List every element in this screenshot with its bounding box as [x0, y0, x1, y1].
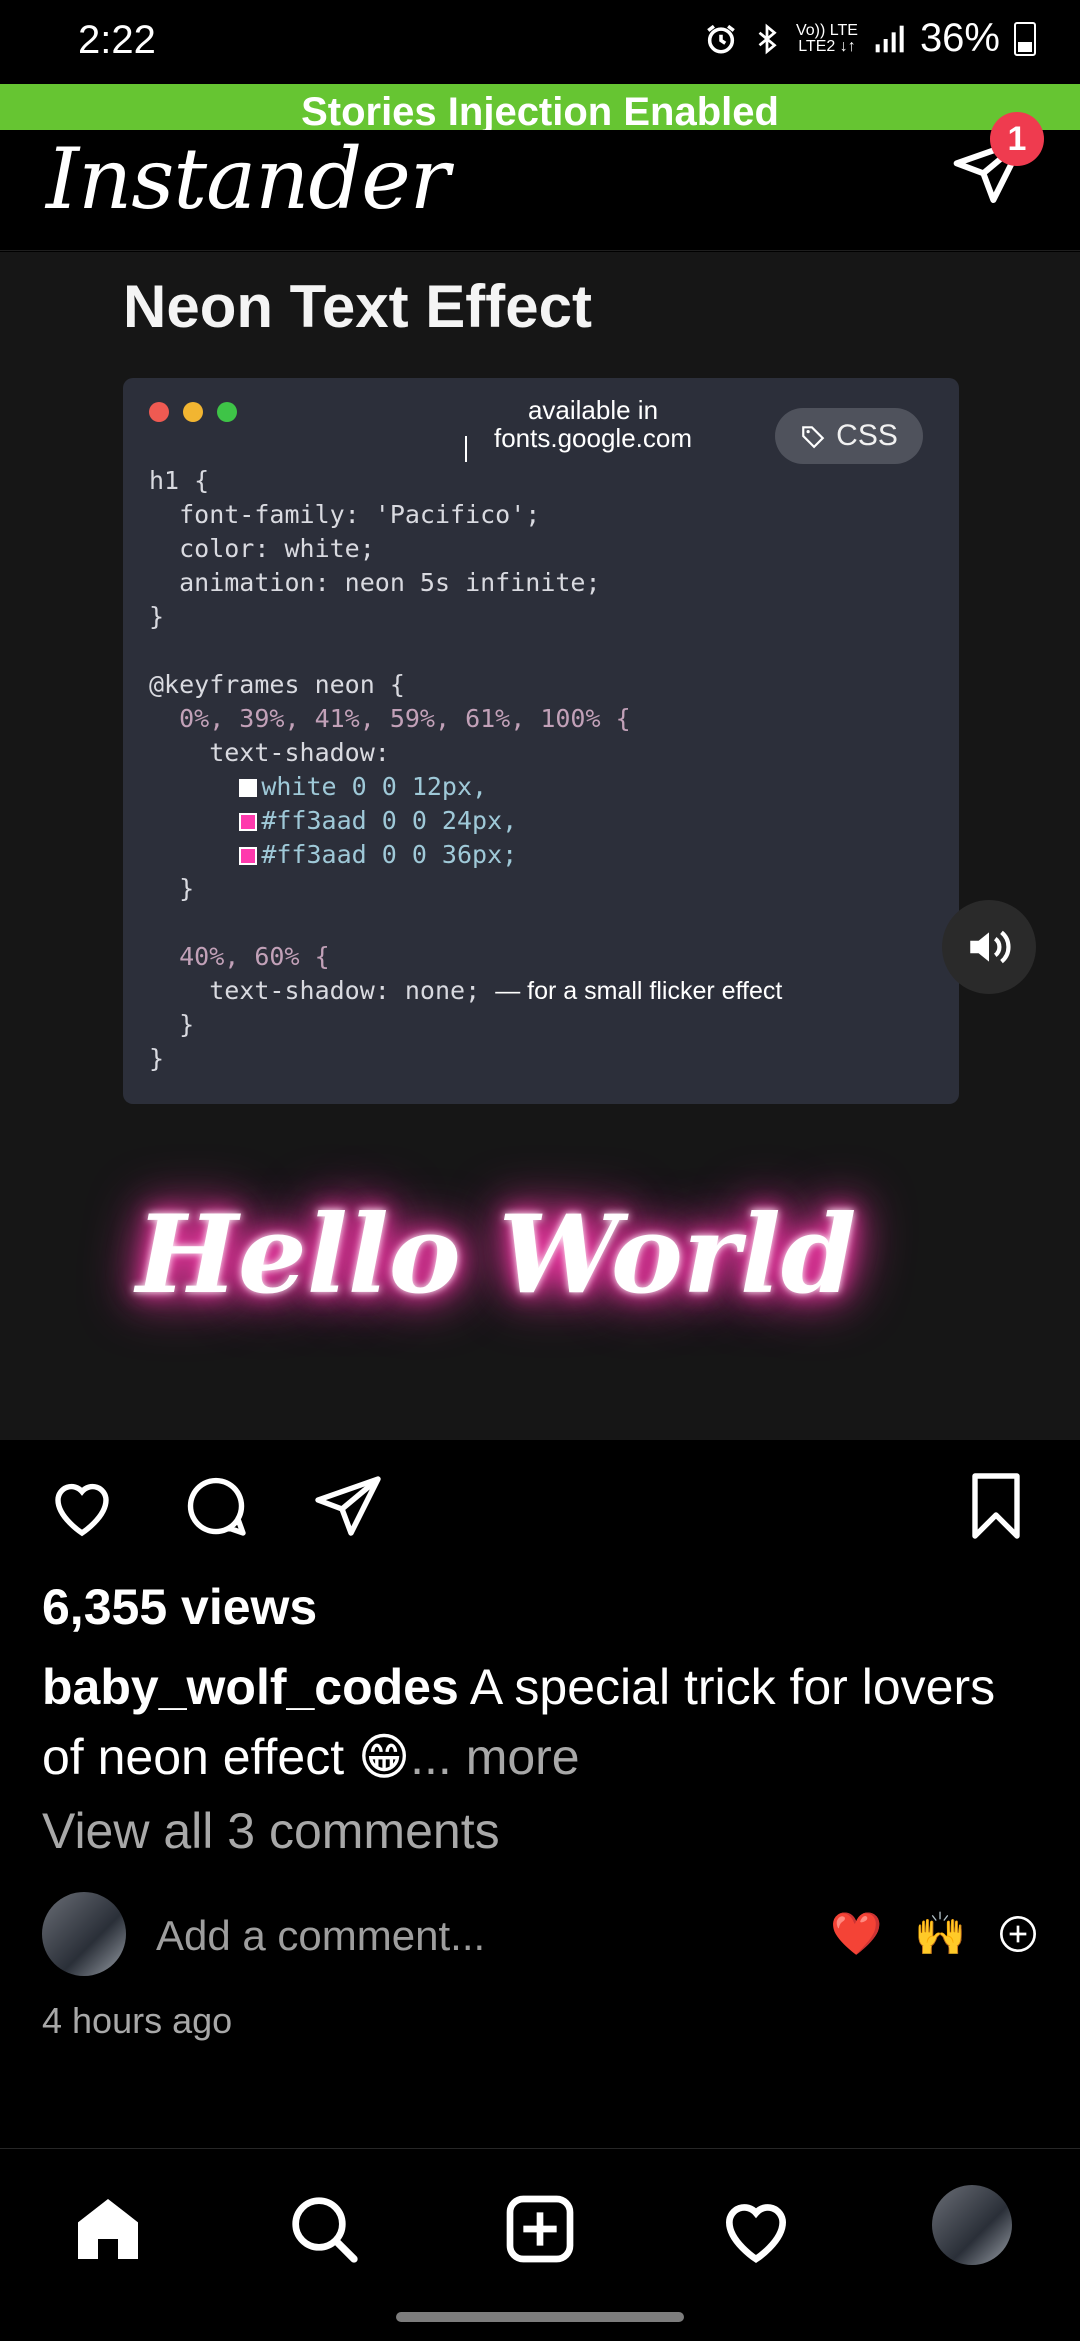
code-line: } [149, 602, 165, 631]
text-cursor [465, 436, 467, 462]
view-all-comments-link[interactable]: View all 3 comments [42, 1802, 500, 1860]
signal-icon [875, 25, 904, 52]
code-line: h1 { [149, 466, 210, 495]
dm-badge: 1 [990, 112, 1044, 166]
color-swatch-white [239, 779, 258, 797]
color-swatch-pink [239, 847, 258, 865]
code-card: available in fonts.google.com CSS h1 { f… [123, 378, 959, 1104]
neon-text-demo: Hello World [136, 1192, 857, 1318]
battery-icon [1014, 21, 1036, 56]
avatar [42, 1892, 126, 1976]
code-line: #ff3aad 0 0 24px, [149, 804, 782, 838]
window-dot-green [217, 402, 237, 422]
sound-toggle-button[interactable] [942, 900, 1036, 994]
code-line: @keyframes neon { [149, 670, 405, 699]
code-line: } [149, 1044, 165, 1073]
gesture-home-bar[interactable] [396, 2312, 684, 2322]
banner-text: Stories Injection Enabled [301, 90, 779, 130]
media-title: Neon Text Effect [123, 273, 592, 340]
window-dot-red [149, 402, 169, 422]
share-icon[interactable] [312, 1470, 384, 1542]
direct-message-button[interactable]: 1 [950, 112, 1044, 210]
code-line: animation: neon 5s infinite; [149, 568, 601, 597]
home-icon[interactable] [68, 2189, 148, 2269]
post-actions [0, 1470, 1080, 1540]
add-comment-row: Add a comment... ❤️ 🙌 [0, 1892, 1080, 1982]
profile-avatar[interactable] [932, 2185, 1012, 2265]
code-line: } [149, 1010, 195, 1039]
heart-icon[interactable] [46, 1470, 118, 1542]
alarm-icon [707, 24, 735, 54]
app-header: Instander 1 [0, 112, 1080, 251]
code-line: color: white; [149, 534, 375, 563]
add-circle-icon[interactable] [998, 1914, 1038, 1954]
code-line: 0%, 39%, 41%, 59%, 61%, 100% { [149, 704, 631, 733]
bluetooth-icon [758, 23, 777, 54]
battery-percent: 36% [919, 16, 1000, 60]
flicker-note: — for a small flicker effect [495, 977, 783, 1005]
volume-icon [970, 930, 1011, 964]
code-line: white 0 0 12px, [149, 770, 782, 804]
status-icons: Vo)) LTE LTE2 ↓↑ 36% [704, 16, 1036, 61]
search-icon[interactable] [284, 2189, 364, 2269]
css-tag: CSS [775, 408, 923, 464]
tag-icon [802, 426, 825, 449]
app-logo: Instander [46, 130, 450, 228]
injection-banner: Stories Injection Enabled [0, 84, 1080, 130]
code-line: text-shadow: [149, 738, 390, 767]
post-caption: baby_wolf_codes A special trick for love… [42, 1652, 1042, 1792]
availability-note: available in fonts.google.com [493, 395, 692, 453]
code-line: text-shadow: none; — for a small flicker… [149, 976, 783, 1005]
color-swatch-pink [239, 813, 258, 831]
code-line: #ff3aad 0 0 36px; [149, 838, 782, 872]
code-line: font-family: 'Pacifico'; [149, 500, 541, 529]
caption-more-link[interactable]: ... more [410, 1729, 579, 1785]
status-time: 2:22 [78, 18, 156, 62]
quick-reaction-hands[interactable]: 🙌 [914, 1910, 966, 1959]
post-media[interactable]: Neon Text Effect available in fonts.goog… [0, 252, 1080, 1440]
status-bar: 2:22 Vo)) LTE LTE2 ↓↑ 36% [0, 0, 1080, 84]
caption-username[interactable]: baby_wolf_codes [42, 1659, 459, 1715]
code-line: } [149, 874, 195, 903]
network-label: Vo)) LTE LTE2 ↓↑ [795, 21, 858, 55]
add-comment-input[interactable]: Add a comment... [156, 1912, 485, 1960]
comment-icon[interactable] [180, 1470, 252, 1542]
new-post-icon[interactable] [500, 2189, 580, 2269]
bookmark-icon[interactable] [960, 1470, 1032, 1542]
activity-heart-icon[interactable] [716, 2189, 796, 2269]
code-line: 40%, 60% { [149, 942, 330, 971]
code-block: h1 { font-family: 'Pacifico'; color: whi… [149, 464, 782, 1076]
post-timestamp: 4 hours ago [42, 2000, 233, 2041]
window-dot-yellow [183, 402, 203, 422]
quick-reaction-heart[interactable]: ❤️ [830, 1910, 882, 1959]
view-count: 6,355 views [42, 1579, 318, 1635]
